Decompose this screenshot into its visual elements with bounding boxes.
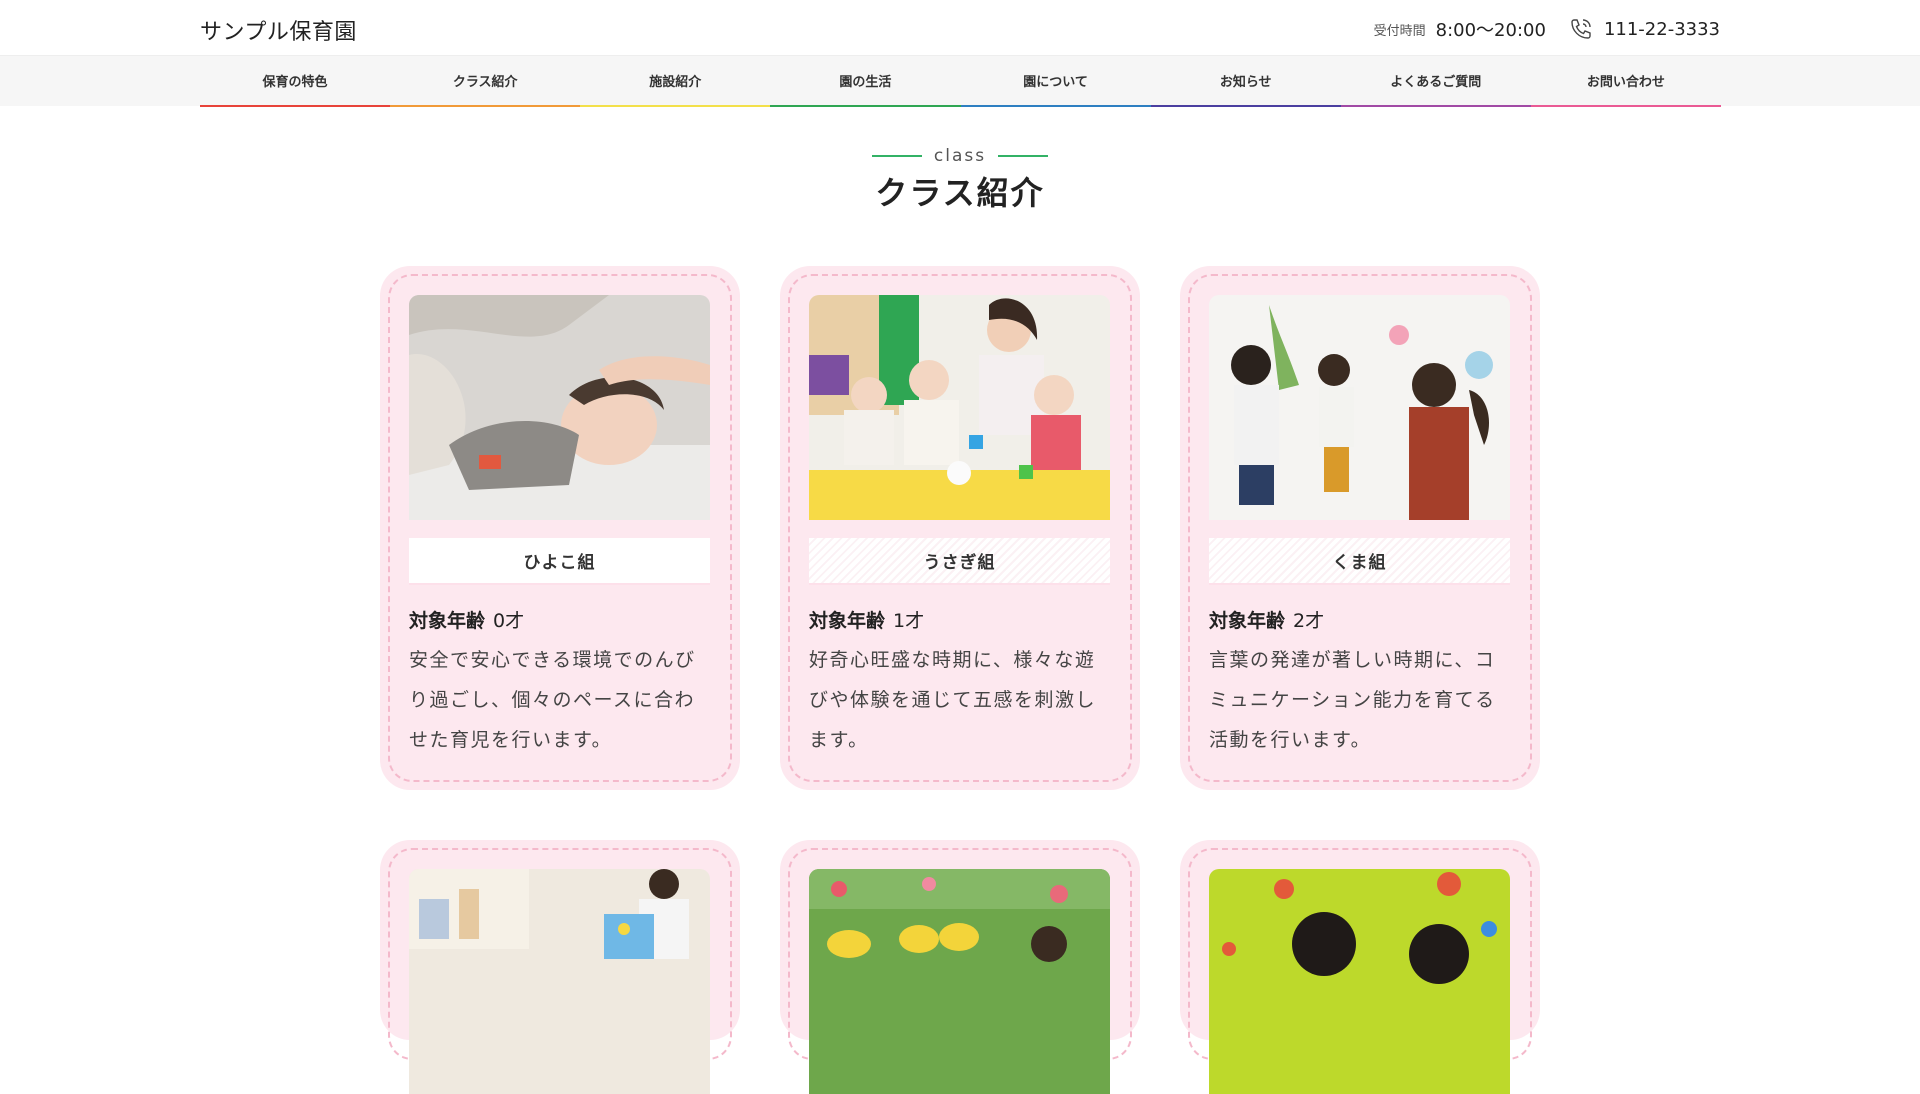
- eyebrow-line-right: [998, 155, 1049, 157]
- age-label: 対象年齢: [1209, 610, 1286, 632]
- nav-item-news[interactable]: お知らせ: [1150, 56, 1341, 107]
- section-heading: class クラス紹介: [0, 142, 1920, 214]
- class-photo-reading: [409, 869, 710, 1094]
- nav-item-features[interactable]: 保育の特色: [200, 56, 391, 107]
- site-header: サンプル保育園 受付時間 8:00〜20:00 111-22-3333: [0, 0, 1920, 55]
- age-value: 2才: [1293, 610, 1325, 632]
- section-eyebrow: class: [860, 146, 1060, 166]
- class-card-row2-1: [380, 840, 740, 1094]
- nav-item-daily-life[interactable]: 園の生活: [770, 56, 961, 107]
- class-photo-climbing: [1209, 869, 1510, 1094]
- nav-item-faq[interactable]: よくあるご質問: [1340, 56, 1531, 107]
- class-age: 対象年齢 1才: [809, 606, 924, 633]
- class-card-hiyoko: ひよこ組 対象年齢 0才 安全で安心できる環境でのんびり過ごし、個々のペースに合わ…: [380, 266, 740, 790]
- class-age: 対象年齢 2才: [1209, 606, 1324, 633]
- class-name: ひよこ組: [409, 538, 710, 585]
- nav-list: 保育の特色 クラス紹介 施設紹介 園の生活 園について お知らせ よくあるご質問…: [200, 56, 1721, 107]
- age-value: 1才: [893, 610, 925, 632]
- eyebrow-line-left: [871, 155, 922, 157]
- class-photo-children-dancing: [1209, 295, 1510, 520]
- nav-item-facilities[interactable]: 施設紹介: [580, 56, 771, 107]
- phone-icon: [1568, 16, 1594, 42]
- class-photo-sleeping-baby: [409, 295, 710, 520]
- class-age: 対象年齢 0才: [409, 606, 524, 633]
- class-card-row2-3: [1180, 840, 1540, 1094]
- age-label: 対象年齢: [409, 610, 486, 632]
- nav-item-classes[interactable]: クラス紹介: [390, 56, 581, 107]
- age-value: 0才: [493, 610, 525, 632]
- class-description: 安全で安心できる環境でのんびり過ごし、個々のペースに合わせた育児を行います。: [409, 649, 696, 751]
- class-card-kuma: くま組 対象年齢 2才 言葉の発達が著しい時期に、コミュニケーション能力を育てる活…: [1180, 266, 1540, 790]
- class-photo-babies-playing: [809, 295, 1110, 520]
- nav-item-contact[interactable]: お問い合わせ: [1530, 56, 1721, 107]
- class-card-usagi: うさぎ組 対象年齢 1才 好奇心旺盛な時期に、様々な遊びや体験を通じて五感を刺激し…: [780, 266, 1140, 790]
- class-description: 言葉の発達が著しい時期に、コミュニケーション能力を育てる活動を行います。: [1209, 649, 1496, 751]
- hours-label: 受付時間: [1373, 23, 1426, 39]
- phone-number[interactable]: 111-22-3333: [1604, 19, 1720, 40]
- nav-item-about[interactable]: 園について: [960, 56, 1151, 107]
- header-contact: 受付時間 8:00〜20:00 111-22-3333: [1374, 16, 1720, 42]
- page-title: クラス紹介: [875, 174, 1045, 212]
- global-nav: 保育の特色 クラス紹介 施設紹介 園の生活 園について お知らせ よくあるご質問…: [0, 55, 1920, 107]
- class-name: うさぎ組: [809, 538, 1110, 585]
- class-description: 好奇心旺盛な時期に、様々な遊びや体験を通じて五感を刺激します。: [809, 649, 1097, 751]
- eyebrow-text: class: [933, 146, 987, 166]
- class-card-row2-2: [780, 840, 1140, 1094]
- class-name: くま組: [1209, 538, 1510, 585]
- class-photo-garden: [809, 869, 1110, 1094]
- age-label: 対象年齢: [809, 610, 886, 632]
- hours-value: 8:00〜20:00: [1435, 20, 1546, 41]
- site-logo[interactable]: サンプル保育園: [200, 14, 357, 46]
